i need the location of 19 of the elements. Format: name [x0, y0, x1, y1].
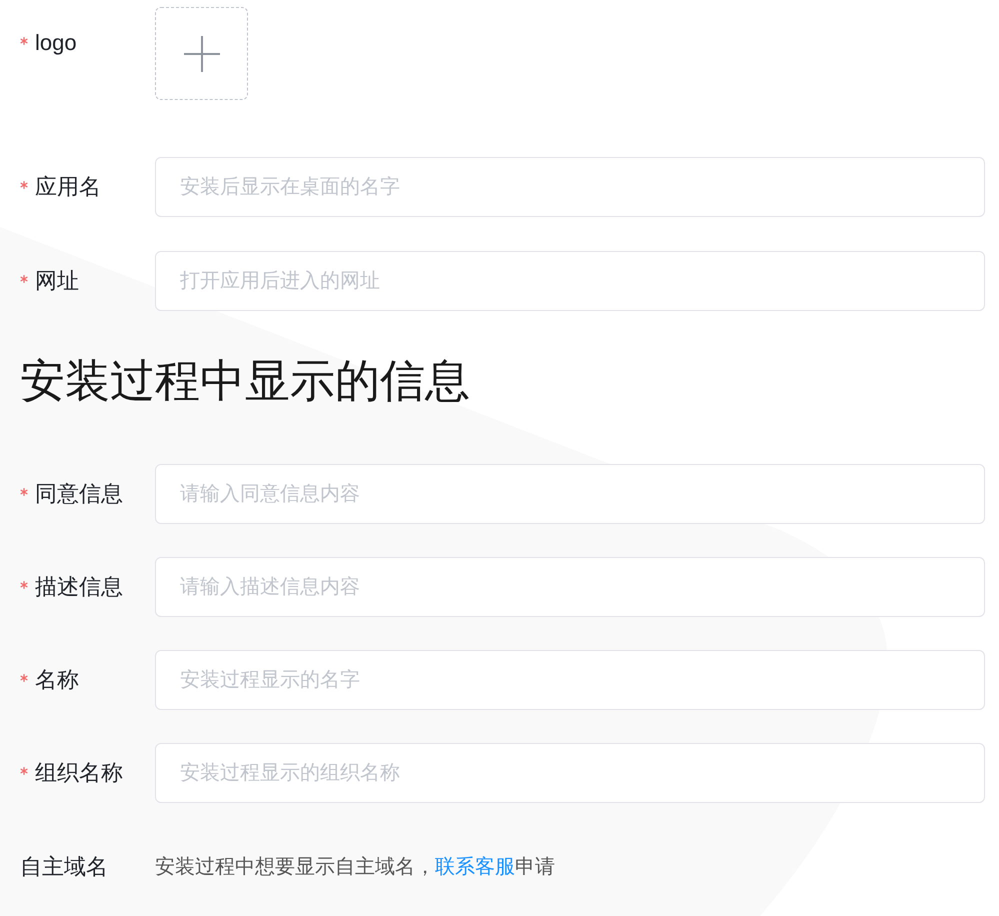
section-title: 安装过程中显示的信息 — [20, 354, 470, 408]
field-label: 名称 — [35, 666, 79, 694]
field-label: 网址 — [35, 267, 79, 295]
text-input[interactable]: 请输入同意信息内容 — [155, 464, 985, 524]
text-input[interactable]: 安装过程显示的组织名称 — [155, 743, 985, 803]
text-input[interactable]: 安装后显示在桌面的名字 — [155, 157, 985, 217]
field-label: 自主域名 — [20, 853, 108, 881]
contact-link[interactable]: 联系客服 — [435, 856, 515, 878]
field-label: 应用名 — [35, 173, 101, 201]
plus-icon — [184, 36, 220, 72]
text-input[interactable]: 请输入描述信息内容 — [155, 557, 985, 617]
upload-button[interactable] — [155, 7, 248, 100]
domain-hint: 安装过程中想要显示自主域名，联系客服申请 — [155, 855, 555, 880]
field-label: 同意信息 — [35, 480, 123, 508]
field-label: 组织名称 — [35, 759, 123, 787]
field-label: 描述信息 — [35, 573, 123, 601]
text-input[interactable]: 打开应用后进入的网址 — [155, 251, 985, 311]
text-input[interactable]: 安装过程显示的名字 — [155, 650, 985, 710]
field-label: logo — [35, 29, 77, 57]
